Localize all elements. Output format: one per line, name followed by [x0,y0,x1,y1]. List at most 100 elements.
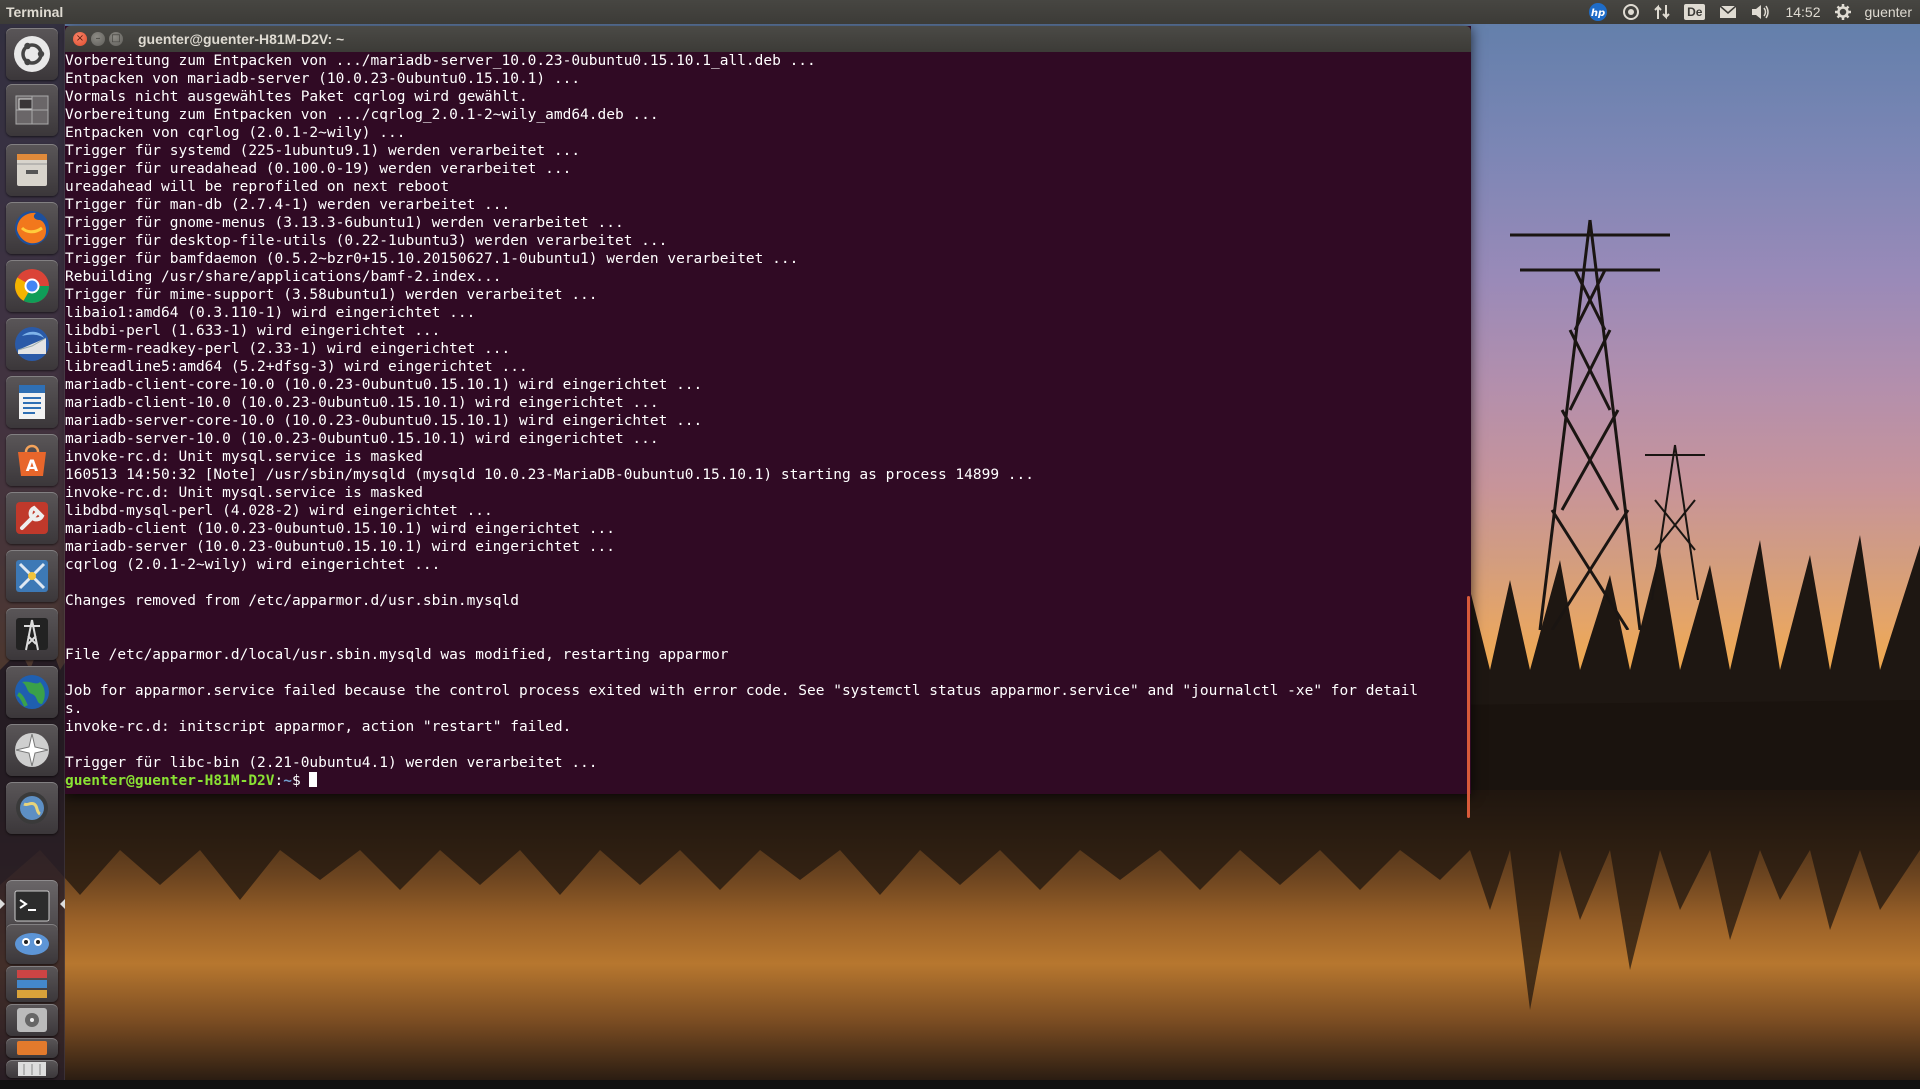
clock[interactable]: 14:52 [1785,0,1820,24]
shell-prompt[interactable]: guenter@guenter-H81M-D2V:~$ [65,772,318,790]
launcher-chrome[interactable] [6,260,58,312]
terminal-line: Trigger für gnome-menus (3.13.3-6ubuntu1… [65,215,624,231]
terminal-line: libterm-readkey-perl (2.33-1) wird einge… [65,341,511,357]
software-center-icon: A [18,444,46,476]
launcher-thunderbird[interactable] [6,318,58,370]
launcher-app-tower[interactable] [6,608,58,660]
robot-icon [15,933,49,955]
terminal-line: Vorbereitung zum Entpacken von .../cqrlo… [65,107,659,123]
file-cabinet-icon [17,154,47,186]
volume-icon[interactable] [1751,0,1771,24]
window-close-button[interactable]: × [73,32,87,46]
terminal-line: mariadb-server-core-10.0 (10.0.23-0ubunt… [65,413,703,429]
chrome-icon [15,269,49,303]
terminal-line: mariadb-server (10.0.23-0ubuntu0.15.10.1… [65,539,615,555]
terminal-line: invoke-rc.d: Unit mysql.service is maske… [65,485,423,501]
terminal-line: mariadb-client-10.0 (10.0.23-0ubuntu0.15… [65,395,659,411]
launcher-app-blue[interactable] [6,550,58,602]
terminal-line: invoke-rc.d: initscript apparmor, action… [65,719,572,735]
launcher-files[interactable] [6,144,58,196]
hp-icon[interactable]: hp [1588,0,1608,24]
terminal-line: Trigger für ureadahead (0.100.0-19) werd… [65,161,572,177]
launcher-writer[interactable] [6,376,58,428]
terminal-line: cqrlog (2.0.1-2~wily) wird eingerichtet … [65,557,441,573]
power-tower-small-graphic [1645,444,1705,600]
terminal-line: Entpacken von cqrlog (2.0.1-2~wily) ... [65,125,406,141]
wallpaper-reflection [0,790,1920,1010]
terminal-line: Trigger für systemd (225-1ubuntu9.1) wer… [65,143,581,159]
window-title: guenter@guenter-H81M-D2V: ~ [138,31,345,47]
indicator-area: hp De 14:52 guenter [1588,0,1912,24]
terminal-scrollbar[interactable] [1467,596,1470,818]
launcher-compass-app[interactable] [6,724,58,776]
prompt-user: guenter@guenter-H81M-D2V [65,773,275,789]
terminal-line: Trigger für bamfdaemon (0.5.2~bzr0+15.10… [65,251,799,267]
prompt-path: ~ [283,773,292,789]
launcher-app-bot[interactable] [6,924,58,964]
prompt-separator: : [274,773,284,789]
trash-icon [18,1062,46,1076]
window-maximize-button[interactable]: □ [109,32,123,46]
terminal-line: Vormals nicht ausgewähltes Paket cqrlog … [65,89,528,105]
thunderbird-icon [15,327,49,361]
terminal-line: libaio1:amd64 (0.3.110-1) wird eingerich… [65,305,476,321]
tower-icon [16,618,48,651]
transfer-icon[interactable] [1654,0,1670,24]
top-panel: Terminal hp De 14:52 guenter [0,0,1920,24]
launcher-trash[interactable] [6,1060,58,1078]
terminal-line: libreadline5:amd64 (5.2+dfsg-3) wird ein… [65,359,528,375]
terminal-text-area[interactable]: Vorbereitung zum Entpacken von .../maria… [65,52,1471,794]
focused-app-arrow [60,899,65,909]
terminal-line: File /etc/apparmor.d/local/usr.sbin.mysq… [65,647,729,663]
terminal-line: Trigger für man-db (2.7.4-1) werden vera… [65,197,511,213]
launcher-workspace-switcher[interactable] [6,84,58,136]
keyboard-layout-label: De [1684,4,1706,20]
terminal-line: Entpacken von mariadb-server (10.0.23-0u… [65,71,581,87]
session-gear-icon[interactable] [1834,0,1851,24]
terminal-line: libdbd-mysql-perl (4.028-2) wird eingeri… [65,503,493,519]
compass-icon [15,733,49,767]
terminal-window[interactable]: × – □ guenter@guenter-H81M-D2V: ~ Vorber… [65,26,1471,818]
user-name[interactable]: guenter [1865,0,1912,24]
stack-icon [17,970,47,998]
network-icon[interactable] [1622,0,1640,24]
active-app-indicator [0,899,5,909]
terminal-line: mariadb-client-core-10.0 (10.0.23-0ubunt… [65,377,703,393]
launcher-globe-app-2[interactable] [6,782,58,834]
terminal-line: mariadb-server-10.0 (10.0.23-0ubuntu0.15… [65,431,659,447]
window-minimize-button[interactable]: – [91,32,105,46]
globe-small-icon [16,792,48,824]
launcher-dash-home[interactable] [6,28,58,80]
mail-icon[interactable] [1719,0,1737,24]
launcher-system-tools[interactable] [6,492,58,544]
document-icon [19,385,45,419]
terminal-line: mariadb-client (10.0.23-0ubuntu0.15.10.1… [65,521,615,537]
launcher-software-center[interactable]: A [6,434,58,486]
workspace-icon [15,95,49,125]
terminal-line: invoke-rc.d: Unit mysql.service is maske… [65,449,423,465]
launcher-app-stack[interactable] [6,966,58,1002]
terminal-line: 160513 14:50:32 [Note] /usr/sbin/mysqld … [65,467,1035,483]
terminal-line: Trigger für desktop-file-utils (0.22-1ub… [65,233,668,249]
terminal-icon [14,890,50,922]
wrench-icon [16,502,48,534]
svg-text:hp: hp [1591,8,1605,19]
ubuntu-logo-icon [14,36,50,72]
panel-app-title: Terminal [6,4,64,20]
keyboard-icon[interactable]: De [1684,0,1706,24]
launcher-globe-app[interactable] [6,666,58,718]
prompt-dollar: $ [291,773,310,789]
terminal-line: Job for apparmor.service failed because … [65,683,1419,699]
launcher-firefox[interactable] [6,202,58,254]
text-cursor [309,772,318,787]
tools-icon [16,560,48,592]
window-titlebar[interactable]: × – □ guenter@guenter-H81M-D2V: ~ [65,26,1471,52]
terminal-line: s. [65,701,83,717]
terminal-line: Changes removed from /etc/apparmor.d/usr… [65,593,519,609]
globe-icon [15,675,49,709]
terminal-line: Rebuilding /usr/share/applications/bamf-… [65,269,502,285]
